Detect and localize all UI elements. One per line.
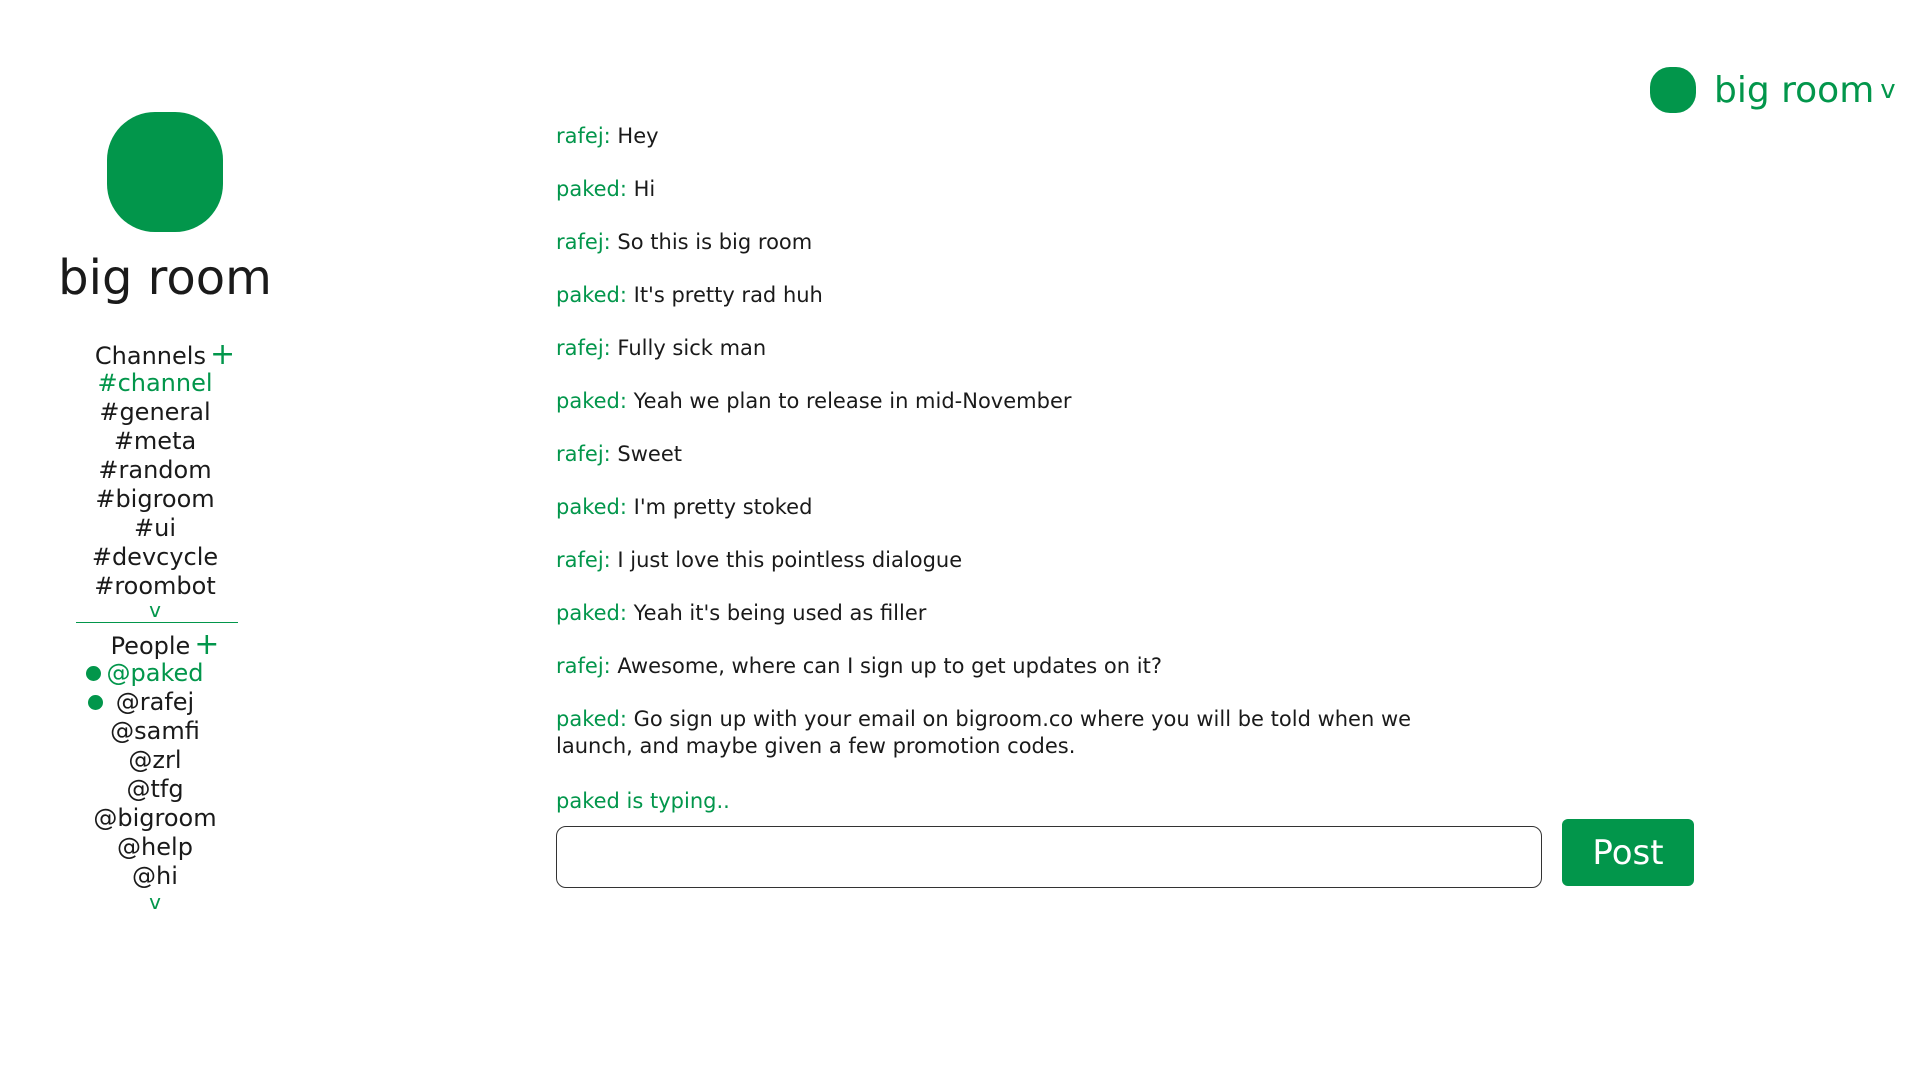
- typing-indicator: paked is typing..: [556, 789, 730, 813]
- message-author[interactable]: rafej:: [556, 336, 611, 360]
- person-item[interactable]: @bigroom: [0, 804, 310, 833]
- message: rafej: Sweet: [556, 441, 1456, 468]
- message-author[interactable]: rafej:: [556, 230, 611, 254]
- message-author[interactable]: rafej:: [556, 442, 611, 466]
- message-text: Yeah we plan to release in mid-November: [633, 389, 1072, 413]
- add-channel-icon[interactable]: +: [210, 337, 235, 372]
- message-author[interactable]: paked:: [556, 389, 627, 413]
- message: paked: Hi: [556, 176, 1456, 203]
- message: rafej: Fully sick man: [556, 335, 1456, 362]
- post-button[interactable]: Post: [1562, 819, 1694, 886]
- person-handle: @samfi: [110, 717, 200, 745]
- room-switcher[interactable]: big room v: [1650, 64, 1896, 116]
- message: paked: I'm pretty stoked: [556, 494, 1456, 521]
- channel-item[interactable]: #devcycle: [0, 543, 310, 572]
- people-header: People +: [0, 630, 330, 661]
- message: rafej: So this is big room: [556, 229, 1456, 256]
- message-text: Hey: [617, 124, 659, 148]
- room-logo: [107, 112, 223, 232]
- person-handle: @bigroom: [93, 804, 217, 832]
- add-person-icon[interactable]: +: [194, 627, 219, 662]
- message-author[interactable]: paked:: [556, 177, 627, 201]
- message-text: I just love this pointless dialogue: [617, 548, 963, 572]
- channel-item[interactable]: #meta: [0, 427, 310, 456]
- person-item[interactable]: @zrl: [0, 746, 310, 775]
- person-item[interactable]: @help: [0, 833, 310, 862]
- person-item[interactable]: @paked: [0, 659, 310, 688]
- people-header-label: People: [110, 632, 191, 660]
- message: paked: It's pretty rad huh: [556, 282, 1456, 309]
- channel-item[interactable]: #random: [0, 456, 310, 485]
- message-author[interactable]: paked:: [556, 495, 627, 519]
- chevron-down-icon: v: [1880, 75, 1896, 105]
- sidebar: big room Channels + #channel #general #meta…: [0, 0, 330, 1080]
- message-author[interactable]: paked:: [556, 283, 627, 307]
- message-author[interactable]: rafej:: [556, 654, 611, 678]
- person-item[interactable]: @samfi: [0, 717, 310, 746]
- room-switcher-logo: [1650, 67, 1696, 113]
- person-item[interactable]: @tfg: [0, 775, 310, 804]
- message-text: I'm pretty stoked: [633, 495, 813, 519]
- message: rafej: Awesome, where can I sign up to g…: [556, 653, 1456, 680]
- message-author[interactable]: paked:: [556, 707, 627, 731]
- person-handle: @paked: [106, 659, 204, 687]
- people-more-chevron-icon[interactable]: v: [0, 892, 310, 912]
- message-text: Yeah it's being used as filler: [633, 601, 927, 625]
- message-text: Awesome, where can I sign up to get upda…: [617, 654, 1162, 678]
- message: paked: Yeah it's being used as filler: [556, 600, 1456, 627]
- message-author[interactable]: rafej:: [556, 548, 611, 572]
- channel-list: #channel #general #meta #random #bigroom #ui #…: [0, 369, 310, 601]
- person-item[interactable]: @rafej: [0, 688, 310, 717]
- message-author[interactable]: rafej:: [556, 124, 611, 148]
- message-text: Hi: [633, 177, 656, 201]
- channels-header-label: Channels: [94, 342, 206, 370]
- message-text: Go sign up with your email on bigroom.co…: [556, 707, 1412, 758]
- message-text: Sweet: [617, 442, 683, 466]
- person-handle: @hi: [132, 862, 178, 890]
- person-item[interactable]: @hi: [0, 862, 310, 891]
- message-list: rafej: Hey paked: Hi rafej: So this is big…: [556, 123, 1456, 786]
- online-status-icon: [88, 695, 103, 710]
- channel-item[interactable]: #channel: [0, 369, 310, 398]
- message: paked: Yeah we plan to release in mid-No…: [556, 388, 1456, 415]
- person-handle: @rafej: [115, 688, 195, 716]
- person-handle: @tfg: [126, 775, 184, 803]
- channel-item[interactable]: #general: [0, 398, 310, 427]
- sidebar-divider: [76, 622, 238, 623]
- message-text: It's pretty rad huh: [633, 283, 823, 307]
- room-switcher-label: big room: [1714, 69, 1875, 111]
- channels-header: Channels +: [0, 340, 330, 371]
- message: rafej: I just love this pointless dialog…: [556, 547, 1456, 574]
- online-status-icon: [86, 666, 101, 681]
- message-text: Fully sick man: [617, 336, 767, 360]
- message: rafej: Hey: [556, 123, 1456, 150]
- channel-item[interactable]: #roombot: [0, 572, 310, 601]
- message-author[interactable]: paked:: [556, 601, 627, 625]
- channels-more-chevron-icon[interactable]: v: [0, 600, 310, 620]
- channel-item[interactable]: #ui: [0, 514, 310, 543]
- channel-item[interactable]: #bigroom: [0, 485, 310, 514]
- message-input[interactable]: [556, 826, 1542, 888]
- person-handle: @zrl: [128, 746, 182, 774]
- room-title: big room: [58, 250, 272, 306]
- message-text: So this is big room: [617, 230, 813, 254]
- person-handle: @help: [117, 833, 193, 861]
- people-list: @paked @rafej @samfi @zrl @tfg @bigroom @help @…: [0, 659, 310, 891]
- message: paked: Go sign up with your email on big…: [556, 706, 1456, 760]
